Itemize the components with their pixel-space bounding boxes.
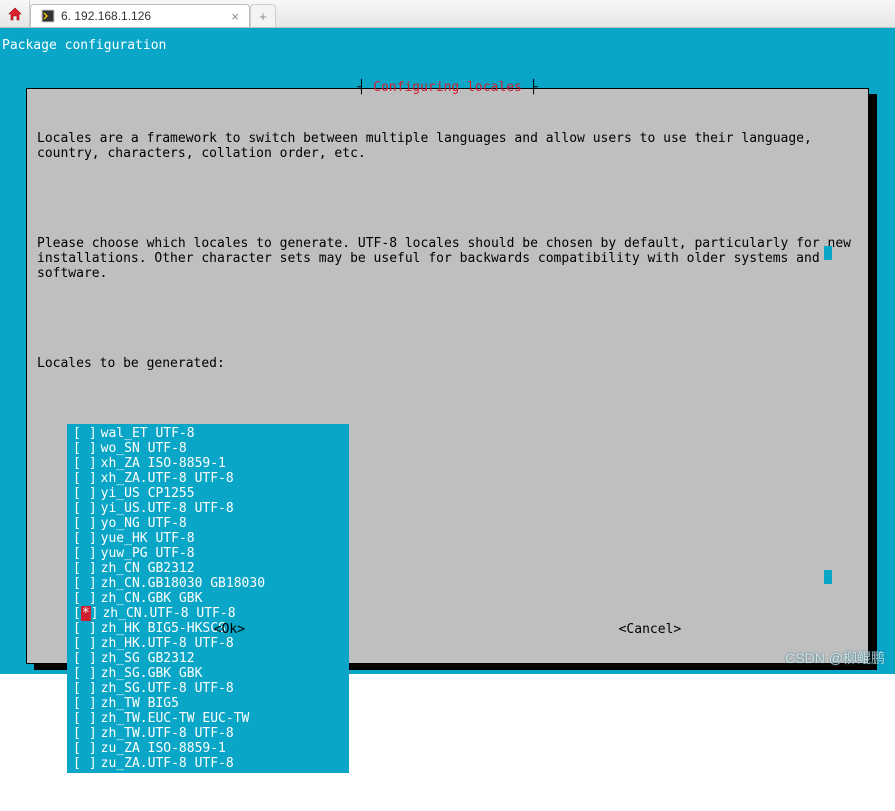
locale-item[interactable]: [ ]zh_CN.GB18030 GB18030 — [67, 576, 349, 591]
locale-item[interactable]: [ ]zh_CN.GBK GBK — [67, 591, 349, 606]
locale-label: wal_ET UTF-8 — [101, 426, 195, 441]
dialog-paragraph: Locales are a framework to switch betwee… — [37, 131, 858, 161]
configuring-locales-dialog: ┤ Configuring locales ├ Locales are a fr… — [26, 88, 869, 664]
watermark: CSDN @柳鲲鹏 — [785, 648, 885, 668]
tab-title: 6. 192.168.1.126 — [61, 9, 151, 23]
dialog-paragraph: Please choose which locales to generate.… — [37, 236, 858, 281]
locale-label: zh_CN.UTF-8 UTF-8 — [102, 606, 235, 621]
locale-item[interactable]: [ ]zh_SG GB2312 — [67, 651, 349, 666]
ok-button[interactable]: <Ok> — [210, 622, 249, 637]
locale-label: zh_CN.GBK GBK — [101, 591, 203, 606]
scrollbar-thumb[interactable] — [824, 570, 832, 584]
locale-label: zh_TW.EUC-TW EUC-TW — [101, 711, 250, 726]
locale-label: zu_ZA.UTF-8 UTF-8 — [101, 756, 234, 771]
locale-item[interactable]: [ ]zh_HK.UTF-8 UTF-8 — [67, 636, 349, 651]
locale-item[interactable]: [ ]yi_US.UTF-8 UTF-8 — [67, 501, 349, 516]
locale-item[interactable]: [ ]zh_SG.UTF-8 UTF-8 — [67, 681, 349, 696]
cancel-button[interactable]: <Cancel> — [615, 622, 686, 637]
locale-label: xh_ZA.UTF-8 UTF-8 — [101, 471, 234, 486]
locale-label: yi_US CP1255 — [101, 486, 195, 501]
dialog-body: Locales are a framework to switch betwee… — [27, 89, 868, 811]
locale-label: yo_NG UTF-8 — [101, 516, 187, 531]
dialog-prompt: Locales to be generated: — [37, 356, 858, 371]
locale-item[interactable]: [ ]yue_HK UTF-8 — [67, 531, 349, 546]
new-tab-button[interactable]: + — [250, 4, 276, 27]
locale-item[interactable]: [ ]xh_ZA ISO-8859-1 — [67, 456, 349, 471]
locale-item[interactable]: [ ]zh_CN GB2312 — [67, 561, 349, 576]
scrollbar-thumb[interactable] — [824, 246, 832, 260]
locale-label: wo_SN UTF-8 — [101, 441, 187, 456]
locale-item[interactable]: [ ]wal_ET UTF-8 — [67, 426, 349, 441]
locale-item[interactable]: [ ]xh_ZA.UTF-8 UTF-8 — [67, 471, 349, 486]
locale-label: zh_SG GB2312 — [101, 651, 195, 666]
locale-item[interactable]: [ ]zu_ZA.UTF-8 UTF-8 — [67, 756, 349, 771]
locale-label: zh_TW BIG5 — [101, 696, 179, 711]
locale-label: zh_HK.UTF-8 UTF-8 — [101, 636, 234, 651]
locale-label: yue_HK UTF-8 — [101, 531, 195, 546]
locale-item[interactable]: [ ]zh_TW.EUC-TW EUC-TW — [67, 711, 349, 726]
home-button[interactable] — [0, 0, 30, 27]
scrollbar[interactable] — [824, 246, 832, 584]
locale-item[interactable]: [ ]zh_TW BIG5 — [67, 696, 349, 711]
locale-item[interactable]: [ ]wo_SN UTF-8 — [67, 441, 349, 456]
locale-list[interactable]: [ ]wal_ET UTF-8[ ]wo_SN UTF-8[ ]xh_ZA IS… — [67, 424, 349, 773]
locale-label: zu_ZA ISO-8859-1 — [101, 741, 226, 756]
locale-item[interactable]: [ ]yo_NG UTF-8 — [67, 516, 349, 531]
locale-item[interactable]: [ ]zh_TW.UTF-8 UTF-8 — [67, 726, 349, 741]
locale-label: zh_CN.GB18030 GB18030 — [101, 576, 265, 591]
locale-label: yi_US.UTF-8 UTF-8 — [101, 501, 234, 516]
locale-label: yuw_PG UTF-8 — [101, 546, 195, 561]
dialog-buttons: <Ok> <Cancel> — [27, 622, 868, 637]
close-icon[interactable]: × — [231, 9, 239, 24]
locale-label: zh_CN GB2312 — [101, 561, 195, 576]
locale-label: zh_SG.UTF-8 UTF-8 — [101, 681, 234, 696]
locale-item[interactable]: [*]zh_CN.UTF-8 UTF-8 — [67, 606, 349, 621]
package-config-header: Package configuration — [2, 38, 889, 53]
locale-item[interactable]: [ ]zu_ZA ISO-8859-1 — [67, 741, 349, 756]
terminal-icon — [41, 9, 55, 23]
locale-item[interactable]: [ ]yi_US CP1255 — [67, 486, 349, 501]
dialog-title: ┤ Configuring locales ├ — [27, 80, 868, 95]
locale-label: xh_ZA ISO-8859-1 — [101, 456, 226, 471]
locale-item[interactable]: [ ]yuw_PG UTF-8 — [67, 546, 349, 561]
browser-tabbar: 6. 192.168.1.126 × + — [0, 0, 895, 28]
home-icon — [7, 6, 23, 22]
terminal: Package configuration ┤ Configuring loca… — [0, 28, 895, 674]
locale-label: zh_TW.UTF-8 UTF-8 — [101, 726, 234, 741]
browser-tab[interactable]: 6. 192.168.1.126 × — [30, 4, 250, 27]
